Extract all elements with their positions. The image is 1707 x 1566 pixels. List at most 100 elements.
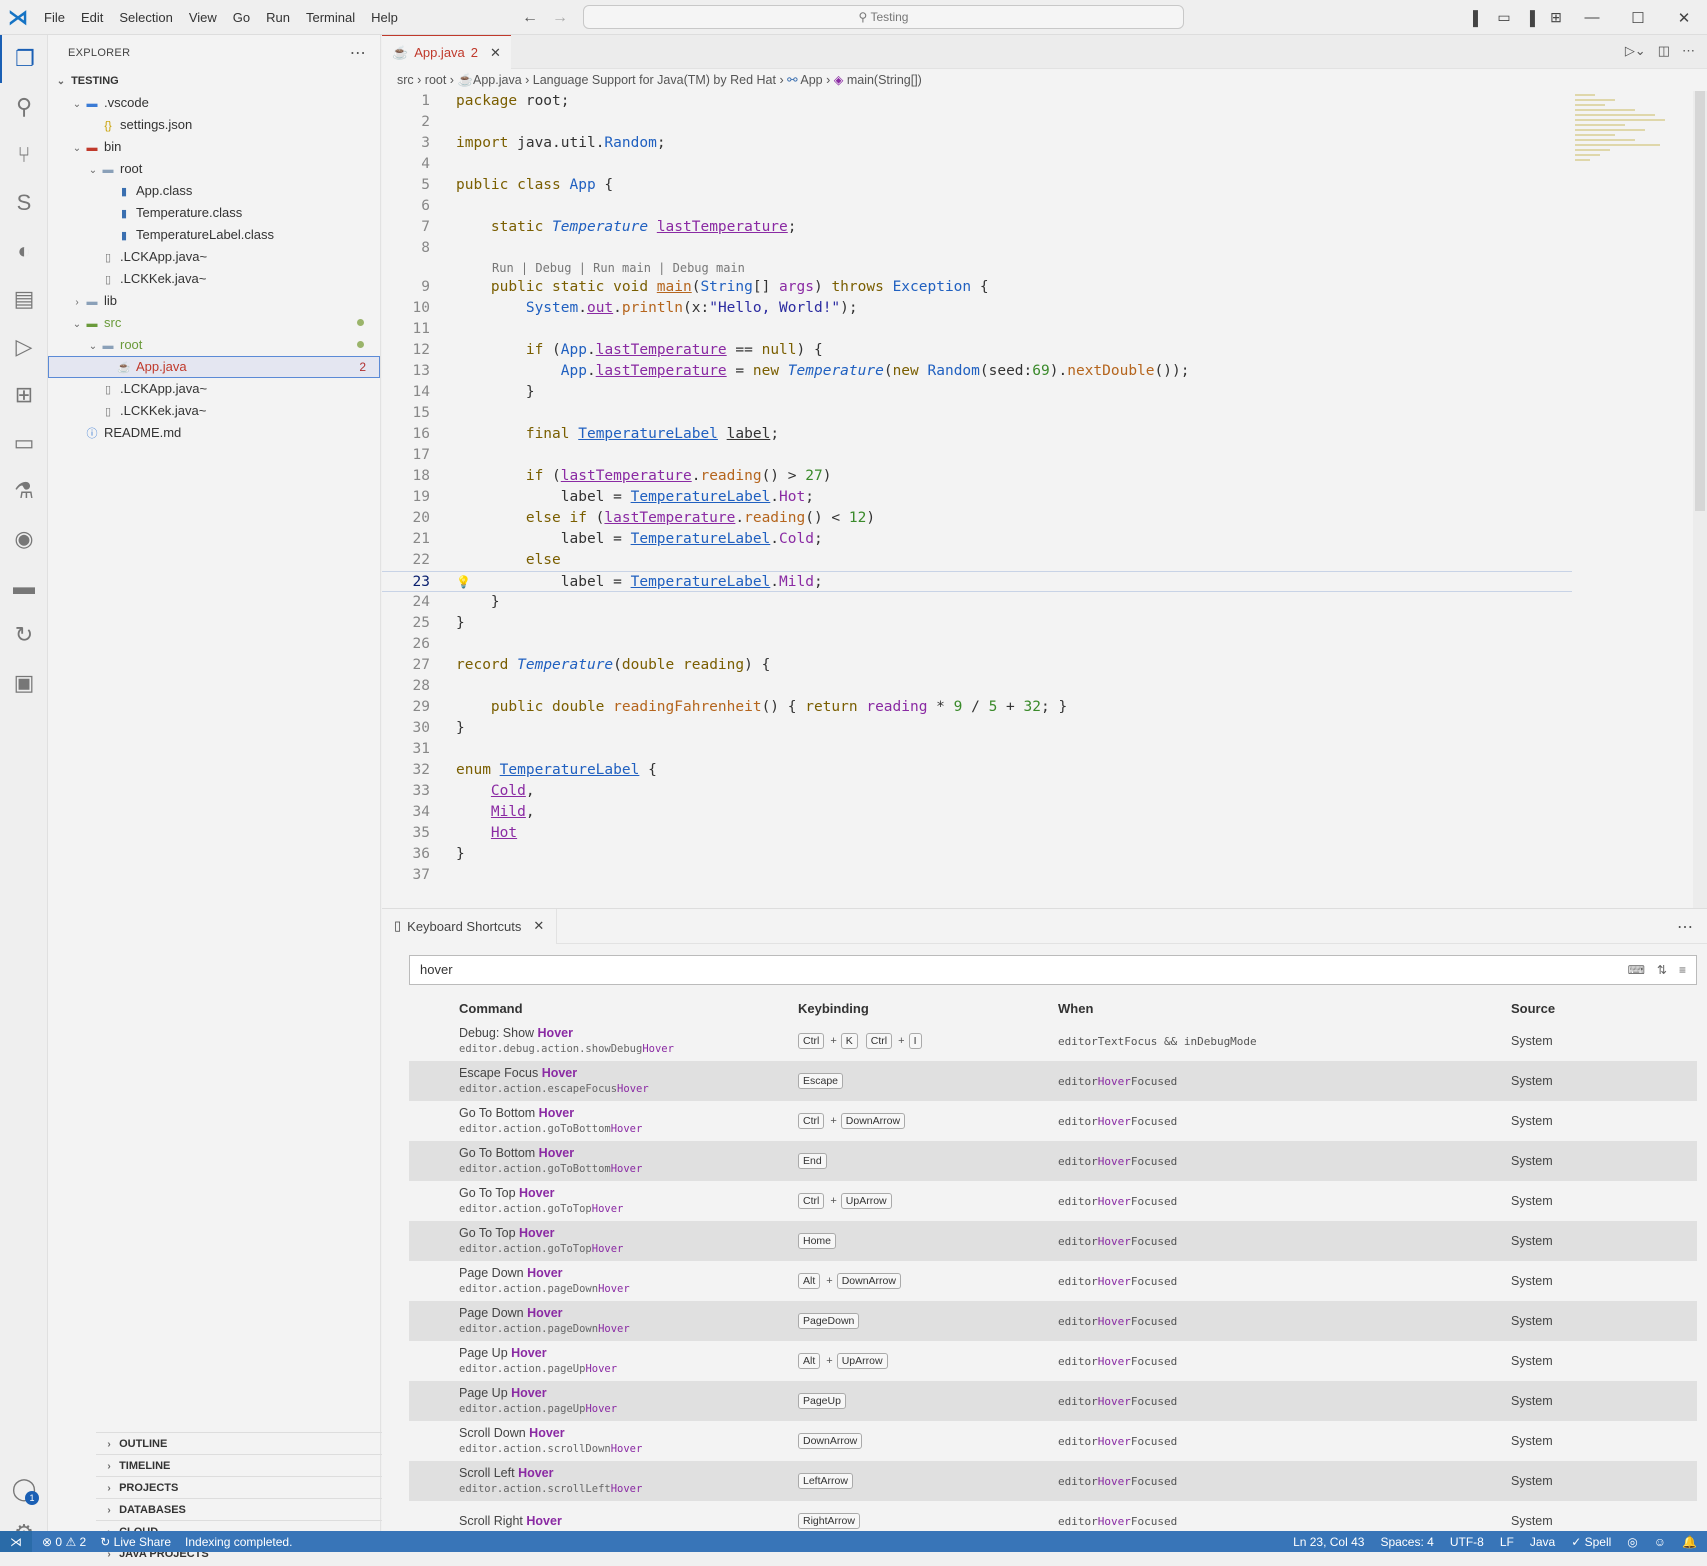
run-debug-icon[interactable]: ▷ [0, 323, 48, 371]
code-area[interactable]: 1 package root; 2 3 import java.util.Rando… [382, 91, 1572, 886]
testing-icon[interactable]: ⚗ [0, 467, 48, 515]
folder-view-icon[interactable]: ▬ [0, 563, 48, 611]
tree-item[interactable]: ⌄ ▬ bin [48, 136, 380, 158]
panel-databases[interactable]: › DATABASES [96, 1498, 429, 1520]
spell-status[interactable]: ✓ Spell [1571, 1535, 1611, 1549]
feedback-icon[interactable]: ☺ [1654, 1535, 1666, 1549]
tree-item[interactable]: ⓘ README.md [48, 422, 380, 444]
table-row[interactable]: Go To Bottom Hover editor.action.goToBott… [409, 1101, 1697, 1141]
tree-item[interactable]: ⌄ ▬ root [48, 158, 380, 180]
menu-help[interactable]: Help [363, 0, 406, 35]
java-status-icon[interactable]: ◎ [1627, 1535, 1637, 1549]
source-control-icon[interactable]: ⑂ [0, 131, 48, 179]
close-window-icon[interactable]: ✕ [1661, 9, 1707, 27]
menu-edit[interactable]: Edit [73, 0, 111, 35]
tree-item[interactable]: ⌄ ▬ root [48, 334, 380, 356]
tab-app-java[interactable]: ☕ App.java 2 ✕ [382, 35, 511, 69]
command-center-search[interactable]: ⚲ Testing [583, 5, 1184, 29]
workspace-root[interactable]: ⌄ TESTING [48, 70, 380, 92]
problems-status[interactable]: ⊗ 0 ⚠ 2 [42, 1535, 86, 1549]
clear-filter-icon[interactable]: ≡ [1679, 956, 1686, 984]
end-of-line[interactable]: LF [1500, 1535, 1514, 1549]
extensions-icon[interactable]: ⊞ [0, 371, 48, 419]
account-icon[interactable]: ◯ 1 [0, 1465, 48, 1513]
tree-item[interactable]: › ▬ lib [48, 290, 380, 312]
tree-item[interactable]: ▮ TemperatureLabel.class [48, 224, 380, 246]
close-icon[interactable]: ✕ [490, 45, 501, 61]
panel-projects[interactable]: › PROJECTS [96, 1476, 429, 1498]
book-icon[interactable]: ▤ [0, 275, 48, 323]
breadcrumb-method[interactable]: main(String[]) [847, 73, 922, 87]
run-icon[interactable]: ▷⌄ [1625, 43, 1646, 59]
table-row[interactable]: Escape Focus Hover editor.action.escapeFo… [409, 1061, 1697, 1101]
forward-arrow-icon[interactable]: → [552, 9, 568, 27]
notifications-icon[interactable]: 🔔 [1682, 1535, 1697, 1549]
breadcrumb-src[interactable]: src [397, 73, 414, 87]
menu-run[interactable]: Run [258, 0, 298, 35]
table-row[interactable]: Page Up Hover editor.action.pageUpHover Pa… [409, 1381, 1697, 1421]
record-keys-icon[interactable]: ⌨ [1628, 956, 1645, 984]
close-icon[interactable]: ✕ [533, 918, 544, 934]
remote-indicator-icon[interactable]: ⋊ [0, 1531, 32, 1552]
tree-item[interactable]: ▯ .LCKKek.java~ [48, 400, 380, 422]
search-view-icon[interactable]: ⚲ [0, 83, 48, 131]
explorer-icon[interactable]: ❐ [0, 35, 48, 83]
table-row[interactable]: Scroll Left Hover editor.action.scrollLef… [409, 1461, 1697, 1501]
panel-timeline[interactable]: › TIMELINE [96, 1454, 429, 1476]
table-row[interactable]: Go To Top Hover editor.action.goToTopHove… [409, 1221, 1697, 1261]
live-share-icon[interactable]: ↻ [0, 611, 48, 659]
minimap[interactable] [1575, 91, 1685, 211]
keybinding-search-input[interactable]: hover ⌨ ⇅ ≡ [409, 955, 1697, 985]
table-row[interactable]: Page Down Hover editor.action.pageDownHov… [409, 1261, 1697, 1301]
more-actions-icon[interactable]: ⋯ [1682, 43, 1695, 59]
tree-item[interactable]: ⌄ ▬ src [48, 312, 380, 334]
tree-item[interactable]: ☕ App.java 2 [48, 356, 380, 378]
tree-item[interactable]: ▯ .LCKKek.java~ [48, 268, 380, 290]
breadcrumb-language[interactable]: Language Support for Java(TM) by Red Hat [533, 73, 776, 87]
menu-terminal[interactable]: Terminal [298, 0, 363, 35]
menu-file[interactable]: File [36, 0, 73, 35]
maximize-icon[interactable]: ☐ [1615, 9, 1661, 27]
tab-keyboard-shortcuts[interactable]: ▯ Keyboard Shortcuts ✕ [382, 908, 558, 944]
edge-icon[interactable]: ◐ [0, 227, 48, 275]
table-row[interactable]: Page Up Hover editor.action.pageUpHover Al… [409, 1341, 1697, 1381]
codelens[interactable]: Run | Debug | Run main | Debug main [382, 259, 1572, 277]
breadcrumb-class[interactable]: App [800, 73, 822, 87]
menu-selection[interactable]: Selection [111, 0, 180, 35]
panel-outline[interactable]: › OUTLINE [96, 1432, 429, 1454]
table-row[interactable]: Scroll Down Hover editor.action.scrollDow… [409, 1421, 1697, 1461]
github-icon[interactable]: ◉ [0, 515, 48, 563]
back-arrow-icon[interactable]: ← [522, 9, 538, 27]
language-mode[interactable]: Java [1530, 1535, 1555, 1549]
lightbulb-icon[interactable]: 💡 [456, 572, 471, 593]
remote-explorer-icon[interactable]: ▭ [0, 419, 48, 467]
live-share-status[interactable]: ↻ Live Share [100, 1535, 171, 1549]
editor-scrollbar[interactable] [1693, 91, 1707, 908]
sort-by-precedence-icon[interactable]: ⇅ [1657, 956, 1667, 984]
cursor-position[interactable]: Ln 23, Col 43 [1293, 1535, 1364, 1549]
more-actions-icon[interactable]: ⋯ [1677, 917, 1693, 937]
customize-layout-icon[interactable]: ⊞ [1543, 9, 1569, 26]
toggle-sidebar-icon[interactable]: ▌ [1465, 10, 1491, 26]
breadcrumb-file[interactable]: App.java [473, 73, 522, 87]
sonarlint-icon[interactable]: S [0, 179, 48, 227]
split-editor-icon[interactable]: ◫ [1658, 43, 1670, 59]
more-actions-icon[interactable]: ⋯ [350, 43, 366, 63]
tree-item[interactable]: {} settings.json [48, 114, 380, 136]
table-row[interactable]: Page Down Hover editor.action.pageDownHov… [409, 1301, 1697, 1341]
table-row[interactable]: Go To Bottom Hover editor.action.goToBott… [409, 1141, 1697, 1181]
menu-go[interactable]: Go [225, 0, 258, 35]
menu-view[interactable]: View [181, 0, 225, 35]
table-row[interactable]: Go To Top Hover editor.action.goToTopHove… [409, 1181, 1697, 1221]
breadcrumb-root[interactable]: root [425, 73, 447, 87]
scrollbar-thumb[interactable] [1695, 91, 1705, 511]
encoding[interactable]: UTF-8 [1450, 1535, 1484, 1549]
toggle-panel-icon[interactable]: ▭ [1491, 9, 1517, 26]
indentation[interactable]: Spaces: 4 [1380, 1535, 1433, 1549]
table-row[interactable]: Debug: Show Hover editor.debug.action.sho… [409, 1021, 1697, 1061]
toggle-secondary-sidebar-icon[interactable]: ▐ [1517, 10, 1543, 26]
minimize-icon[interactable]: — [1569, 9, 1615, 26]
tree-item[interactable]: ⌄ ▬ .vscode [48, 92, 380, 114]
tree-item[interactable]: ▯ .LCKApp.java~ [48, 246, 380, 268]
tree-item[interactable]: ▮ Temperature.class [48, 202, 380, 224]
